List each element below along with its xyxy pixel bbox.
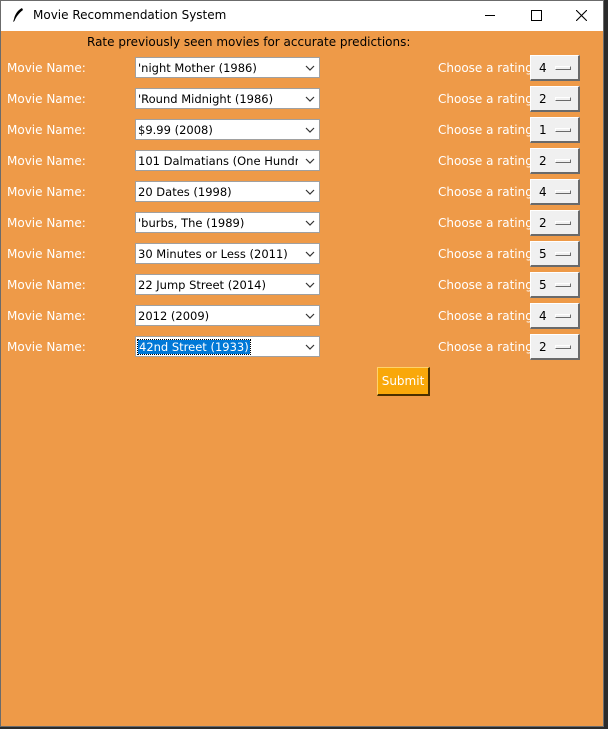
- rating-value: 4: [539, 309, 547, 323]
- movie-combobox-value: 30 Minutes or Less (2011): [138, 247, 288, 261]
- app-window: Movie Recommendation System Rate previou…: [0, 0, 604, 727]
- option-menu-indicator: [555, 314, 571, 318]
- close-button[interactable]: [558, 1, 604, 31]
- movie-combobox[interactable]: 'night Mother (1986): [135, 57, 320, 78]
- movie-name-label: Movie Name:: [7, 185, 86, 199]
- rating-label: Choose a rating:: [438, 216, 537, 230]
- option-menu-indicator: [555, 345, 571, 349]
- option-menu-indicator: [555, 190, 571, 194]
- option-menu-indicator: [555, 66, 571, 70]
- option-menu-indicator: [555, 283, 571, 287]
- option-menu-indicator: [555, 221, 571, 225]
- option-menu-indicator: [555, 159, 571, 163]
- movie-combobox[interactable]: 'Round Midnight (1986): [135, 88, 320, 109]
- rating-label: Choose a rating:: [438, 278, 537, 292]
- rating-spinbox[interactable]: 5: [530, 241, 580, 267]
- maximize-icon: [531, 10, 542, 21]
- movie-combobox[interactable]: 30 Minutes or Less (2011): [135, 243, 320, 264]
- rating-label: Choose a rating:: [438, 185, 537, 199]
- rating-spinbox[interactable]: 1: [530, 117, 580, 143]
- movie-combobox-value: 'night Mother (1986): [138, 61, 257, 75]
- rating-value: 2: [539, 92, 547, 106]
- rating-value: 4: [539, 61, 547, 75]
- movie-combobox[interactable]: 20 Dates (1998): [135, 181, 320, 202]
- movie-combobox-value: 20 Dates (1998): [138, 185, 232, 199]
- rating-spinbox[interactable]: 4: [530, 179, 580, 205]
- rating-spinbox[interactable]: 2: [530, 210, 580, 236]
- movie-combobox[interactable]: 22 Jump Street (2014): [135, 274, 320, 295]
- rating-label: Choose a rating:: [438, 154, 537, 168]
- rating-spinbox[interactable]: 2: [530, 334, 580, 360]
- feather-icon: [10, 7, 26, 23]
- movie-name-label: Movie Name:: [7, 92, 86, 106]
- instructions-heading: Rate previously seen movies for accurate…: [87, 35, 411, 49]
- chevron-down-icon[interactable]: [305, 343, 315, 351]
- movie-combobox-value: 22 Jump Street (2014): [138, 278, 266, 292]
- chevron-down-icon[interactable]: [305, 250, 315, 258]
- movie-combobox[interactable]: 2012 (2009): [135, 305, 320, 326]
- movie-combobox-value: 'burbs, The (1989): [138, 216, 245, 230]
- rating-spinbox[interactable]: 5: [530, 272, 580, 298]
- movie-combobox-value: 42nd Street (1933): [137, 339, 251, 355]
- minimize-button[interactable]: [467, 1, 513, 31]
- chevron-down-icon[interactable]: [305, 126, 315, 134]
- rating-value: 2: [539, 340, 547, 354]
- chevron-down-icon[interactable]: [305, 281, 315, 289]
- chevron-down-icon[interactable]: [305, 312, 315, 320]
- movie-name-label: Movie Name:: [7, 123, 86, 137]
- rating-value: 5: [539, 278, 547, 292]
- maximize-button[interactable]: [513, 1, 559, 31]
- rating-value: 4: [539, 185, 547, 199]
- chevron-down-icon[interactable]: [305, 188, 315, 196]
- rating-label: Choose a rating:: [438, 123, 537, 137]
- submit-button[interactable]: Submit: [377, 367, 430, 396]
- close-icon: [576, 10, 587, 21]
- movie-combobox-value: $9.99 (2008): [138, 123, 213, 137]
- movie-combobox[interactable]: 101 Dalmatians (One Hundred: [135, 150, 320, 171]
- rating-label: Choose a rating:: [438, 61, 537, 75]
- rating-label: Choose a rating:: [438, 247, 537, 261]
- chevron-down-icon[interactable]: [305, 95, 315, 103]
- option-menu-indicator: [555, 252, 571, 256]
- option-menu-indicator: [555, 128, 571, 132]
- option-menu-indicator: [555, 97, 571, 101]
- rating-value: 2: [539, 154, 547, 168]
- movie-name-label: Movie Name:: [7, 340, 86, 354]
- movie-combobox-value: 101 Dalmatians (One Hundred: [138, 154, 298, 168]
- movie-combobox[interactable]: 'burbs, The (1989): [135, 212, 320, 233]
- rating-spinbox[interactable]: 4: [530, 55, 580, 81]
- title-bar[interactable]: Movie Recommendation System: [1, 1, 603, 31]
- rating-value: 5: [539, 247, 547, 261]
- rating-label: Choose a rating:: [438, 92, 537, 106]
- movie-name-label: Movie Name:: [7, 247, 86, 261]
- minimize-icon: [485, 15, 495, 16]
- rating-label: Choose a rating:: [438, 340, 537, 354]
- rating-spinbox[interactable]: 4: [530, 303, 580, 329]
- rating-spinbox[interactable]: 2: [530, 148, 580, 174]
- chevron-down-icon[interactable]: [305, 64, 315, 72]
- chevron-down-icon[interactable]: [305, 219, 315, 227]
- rating-label: Choose a rating:: [438, 309, 537, 323]
- movie-combobox[interactable]: 42nd Street (1933): [135, 336, 320, 357]
- rating-value: 2: [539, 216, 547, 230]
- movie-combobox-value: 'Round Midnight (1986): [138, 92, 274, 106]
- movie-name-label: Movie Name:: [7, 61, 86, 75]
- movie-name-label: Movie Name:: [7, 278, 86, 292]
- movie-name-label: Movie Name:: [7, 309, 86, 323]
- movie-name-label: Movie Name:: [7, 216, 86, 230]
- window-title: Movie Recommendation System: [33, 8, 227, 22]
- chevron-down-icon[interactable]: [305, 157, 315, 165]
- rating-spinbox[interactable]: 2: [530, 86, 580, 112]
- movie-combobox-value: 2012 (2009): [138, 309, 210, 323]
- movie-combobox[interactable]: $9.99 (2008): [135, 119, 320, 140]
- rating-value: 1: [539, 123, 547, 137]
- movie-name-label: Movie Name:: [7, 154, 86, 168]
